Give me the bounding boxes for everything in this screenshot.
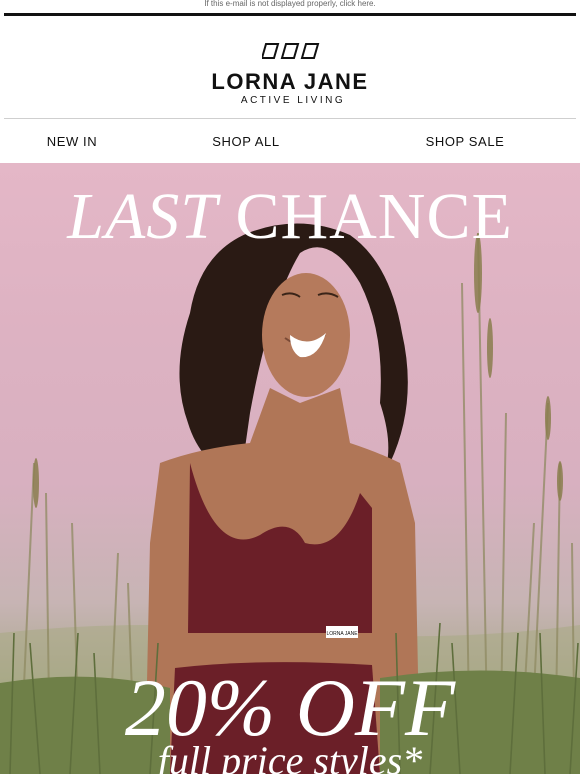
hero-banner[interactable]: LORNA JANE LAST CHANCE 20% OFF full pric…	[0, 163, 580, 774]
offer-subline: full price styles*	[157, 738, 423, 774]
hero-title-italic: LAST	[67, 180, 218, 253]
email-header: LORNA JANE ACTIVE LIVING	[0, 16, 580, 118]
nav-item-new-in[interactable]: NEW IN	[16, 119, 128, 163]
nav-item-shop-all[interactable]: SHOP ALL	[190, 119, 302, 163]
preheader-link[interactable]: If this e-mail is not displayed properly…	[0, 0, 580, 8]
hero-title: LAST CHANCE	[0, 180, 580, 254]
garment-label: LORNA JANE	[326, 631, 358, 637]
brand-logo-icon[interactable]	[262, 43, 322, 59]
hero-title-regular: CHANCE	[235, 180, 513, 253]
nav-item-shop-sale[interactable]: SHOP SALE	[409, 119, 521, 163]
brand-tagline: ACTIVE LIVING	[240, 95, 346, 106]
brand-wordmark[interactable]: LORNA JANE	[0, 71, 580, 93]
main-nav: NEW IN SHOP ALL SHOP SALE	[4, 119, 576, 163]
